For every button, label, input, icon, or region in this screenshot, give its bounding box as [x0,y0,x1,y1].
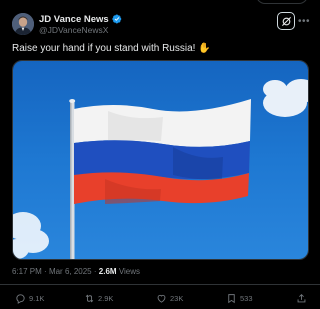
share-button[interactable] [296,290,307,306]
repost-count: 2.9K [98,293,114,303]
post-meta: 6:17 PM · Mar 6, 2025 · 2.6M Views [12,267,140,276]
views-label: Views [118,267,141,276]
meta-separator: · [44,267,47,276]
verified-badge-icon [112,14,121,24]
more-horizontal-icon: ••• [297,15,310,27]
divider [0,284,320,285]
post-media[interactable] [12,60,309,260]
russian-flag-photo [13,61,308,259]
views-count: 2.6M [98,267,117,276]
previous-action-pill [256,0,308,4]
grok-icon [281,16,291,26]
author-name-row[interactable]: JD Vance News [39,13,122,25]
post-time[interactable]: 6:17 PM [12,267,42,276]
share-icon [297,293,306,302]
grok-button[interactable] [277,12,295,30]
reply-count: 9.1K [29,293,45,303]
repost-icon [85,294,94,302]
avatar[interactable] [12,13,34,35]
more-options-button[interactable]: ••• [297,14,311,28]
heart-icon [157,294,166,303]
meta-separator: · [93,267,97,276]
bookmark-count: 533 [240,293,253,303]
like-count: 23K [170,293,184,303]
action-bar: 9.1K 2.9K 23K 533 [0,290,320,306]
reply-icon [16,293,25,304]
repost-button[interactable]: 2.9K [84,290,113,306]
bookmark-button[interactable]: 533 [226,290,253,306]
reply-button[interactable]: 9.1K [15,290,44,306]
bookmark-icon [228,293,235,303]
author-handle[interactable]: @JDVanceNewsX [39,25,108,35]
author-display-name[interactable]: JD Vance News [39,14,109,25]
like-button[interactable]: 23K [156,290,183,306]
post-text: Raise your hand if you stand with Russia… [12,43,211,54]
post-date[interactable]: Mar 6, 2025 [49,267,92,276]
